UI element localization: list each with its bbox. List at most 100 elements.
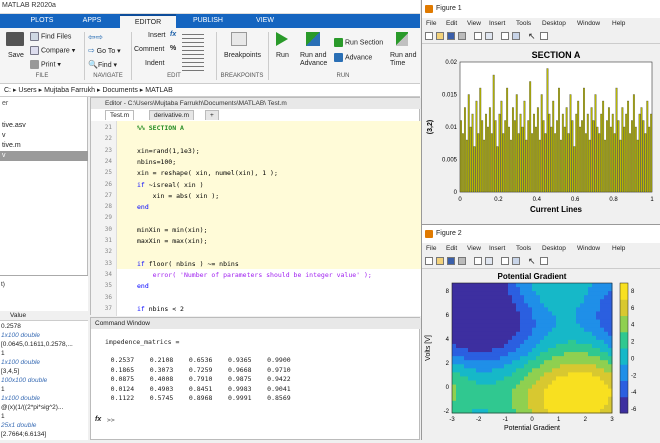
file-item[interactable]: v [0,131,88,141]
editor-tab-derivative[interactable]: derivative.m [149,110,195,120]
file-item[interactable]: tive.m [0,141,88,151]
find-button[interactable]: 🔍Find ▾ [88,60,117,69]
tab-view[interactable]: VIEW [240,14,290,28]
contour-cell [488,388,493,394]
go-to-button[interactable]: ⇨ Go To ▾ [88,46,121,55]
menu-desktop[interactable]: Desktop [542,243,566,254]
editor-tab-test[interactable]: Test.m [105,110,135,120]
tab-editor[interactable]: EDITOR [120,14,176,28]
tab-plots[interactable]: PLOTS [18,14,66,28]
run-button[interactable]: Run [276,52,289,59]
print-icon[interactable] [458,32,466,40]
save-button[interactable]: Save [8,52,24,59]
workspace-value[interactable]: 1 [0,412,88,421]
menu-help[interactable]: Help [612,243,625,254]
fx-button[interactable]: fx [170,31,176,38]
save-icon[interactable] [447,257,455,265]
link-icon[interactable] [474,257,482,265]
menu-view[interactable]: View [467,18,481,29]
workspace-value[interactable]: [0.0645,0.1611,0.2578,... [0,340,88,349]
print-button[interactable]: Print ▾ [30,60,61,69]
workspace-value[interactable]: 1 [0,349,88,358]
contour-cell [516,299,521,304]
workspace-value[interactable]: 1x100 double [0,331,88,340]
run-section-button[interactable]: Run Section [334,38,383,47]
contour-cell [548,400,553,406]
menu-window[interactable]: Window [577,243,600,254]
tab-publish[interactable]: PUBLISH [178,14,238,28]
contour-cell [452,319,457,325]
pointer-icon[interactable]: ↖ [528,31,536,42]
back-button[interactable]: ⇦⇨ [88,32,103,43]
file-item-selected[interactable]: v [0,151,88,161]
plot-tools-icon[interactable] [512,32,520,40]
percent-button[interactable]: % [170,45,176,52]
insert-button[interactable]: Insert [148,32,166,39]
compare-button[interactable]: Compare ▾ [30,46,75,55]
run-advance-button[interactable]: Run and Advance [300,52,327,68]
run-time-button[interactable]: Run and Time [390,52,416,68]
workspace-value[interactable]: 0.2578 [0,322,88,331]
comment-button[interactable]: Comment [134,46,164,53]
new-figure-icon[interactable] [425,32,433,40]
workspace-value[interactable]: [2.7664;6.6134] [0,430,88,439]
contour-cell [452,384,457,390]
plot-tools-icon[interactable] [512,257,520,265]
code-area[interactable]: 21 22 23 24 25 26 27 28 29 30 31 32 33 34 35 36 37 %% SE… [91,121,421,316]
plot-browser-icon[interactable] [540,32,548,40]
print-icon[interactable] [458,257,466,265]
contour-cell [576,311,581,316]
contour-cell [472,376,477,381]
breakpoints-button[interactable]: Breakpoints [224,52,261,59]
file-item[interactable]: tive.asv [0,121,88,131]
legend-icon[interactable] [501,32,509,40]
menu-tools[interactable]: Tools [516,18,531,29]
contour-cell [572,319,577,325]
workspace-value[interactable]: 25x1 double [0,421,88,430]
advance-button[interactable]: Advance [334,53,372,62]
menu-edit[interactable]: Edit [446,243,457,254]
pointer-icon[interactable]: ↖ [528,256,536,267]
insert-colorbar-icon[interactable] [485,257,493,265]
address-bar[interactable]: C: ▸ Users ▸ Mujtaba Farrukh ▸ Documents… [0,84,420,97]
legend-icon[interactable] [501,257,509,265]
command-prompt[interactable]: >> [107,416,115,424]
menu-view[interactable]: View [467,243,481,254]
workspace-value[interactable]: @(x)(1/((2*pi*sig^2)... [0,403,88,412]
contour-cell [484,323,489,329]
find-files-button[interactable]: Find Files [30,32,71,41]
menu-desktop[interactable]: Desktop [542,18,566,29]
new-figure-icon[interactable] [425,257,433,265]
menu-window[interactable]: Window [577,18,600,29]
tab-apps[interactable]: APPS [66,14,118,28]
contour-cell [592,376,597,381]
workspace-value[interactable]: [3,4,5] [0,367,88,376]
bar [540,94,543,193]
open-icon[interactable] [436,257,444,265]
menu-tools[interactable]: Tools [516,243,531,254]
save-icon[interactable] [447,32,455,40]
workspace-value[interactable]: 1x100 double [0,358,88,367]
open-icon[interactable] [436,32,444,40]
menu-edit[interactable]: Edit [446,18,457,29]
menu-insert[interactable]: Insert [489,243,505,254]
bar [634,126,637,193]
menu-file[interactable]: File [426,18,436,29]
contour-cell [468,283,473,288]
link-icon[interactable] [474,32,482,40]
contour-cell [560,315,565,321]
workspace-value[interactable]: 1x100 double [0,394,88,403]
insert-colorbar-icon[interactable] [485,32,493,40]
workspace-value[interactable]: 100x100 double [0,376,88,385]
contour-cell [460,295,465,300]
menu-help[interactable]: Help [612,18,625,29]
contour-cell [604,319,609,325]
plot-browser-icon[interactable] [540,257,548,265]
colorbar-segment [620,364,628,381]
value-column-header[interactable]: Value [0,311,88,321]
menu-insert[interactable]: Insert [489,18,505,29]
indent-button[interactable]: Indent [145,60,164,67]
workspace-value[interactable]: 1 [0,385,88,394]
new-tab-button[interactable]: + [205,110,219,120]
menu-file[interactable]: File [426,243,436,254]
